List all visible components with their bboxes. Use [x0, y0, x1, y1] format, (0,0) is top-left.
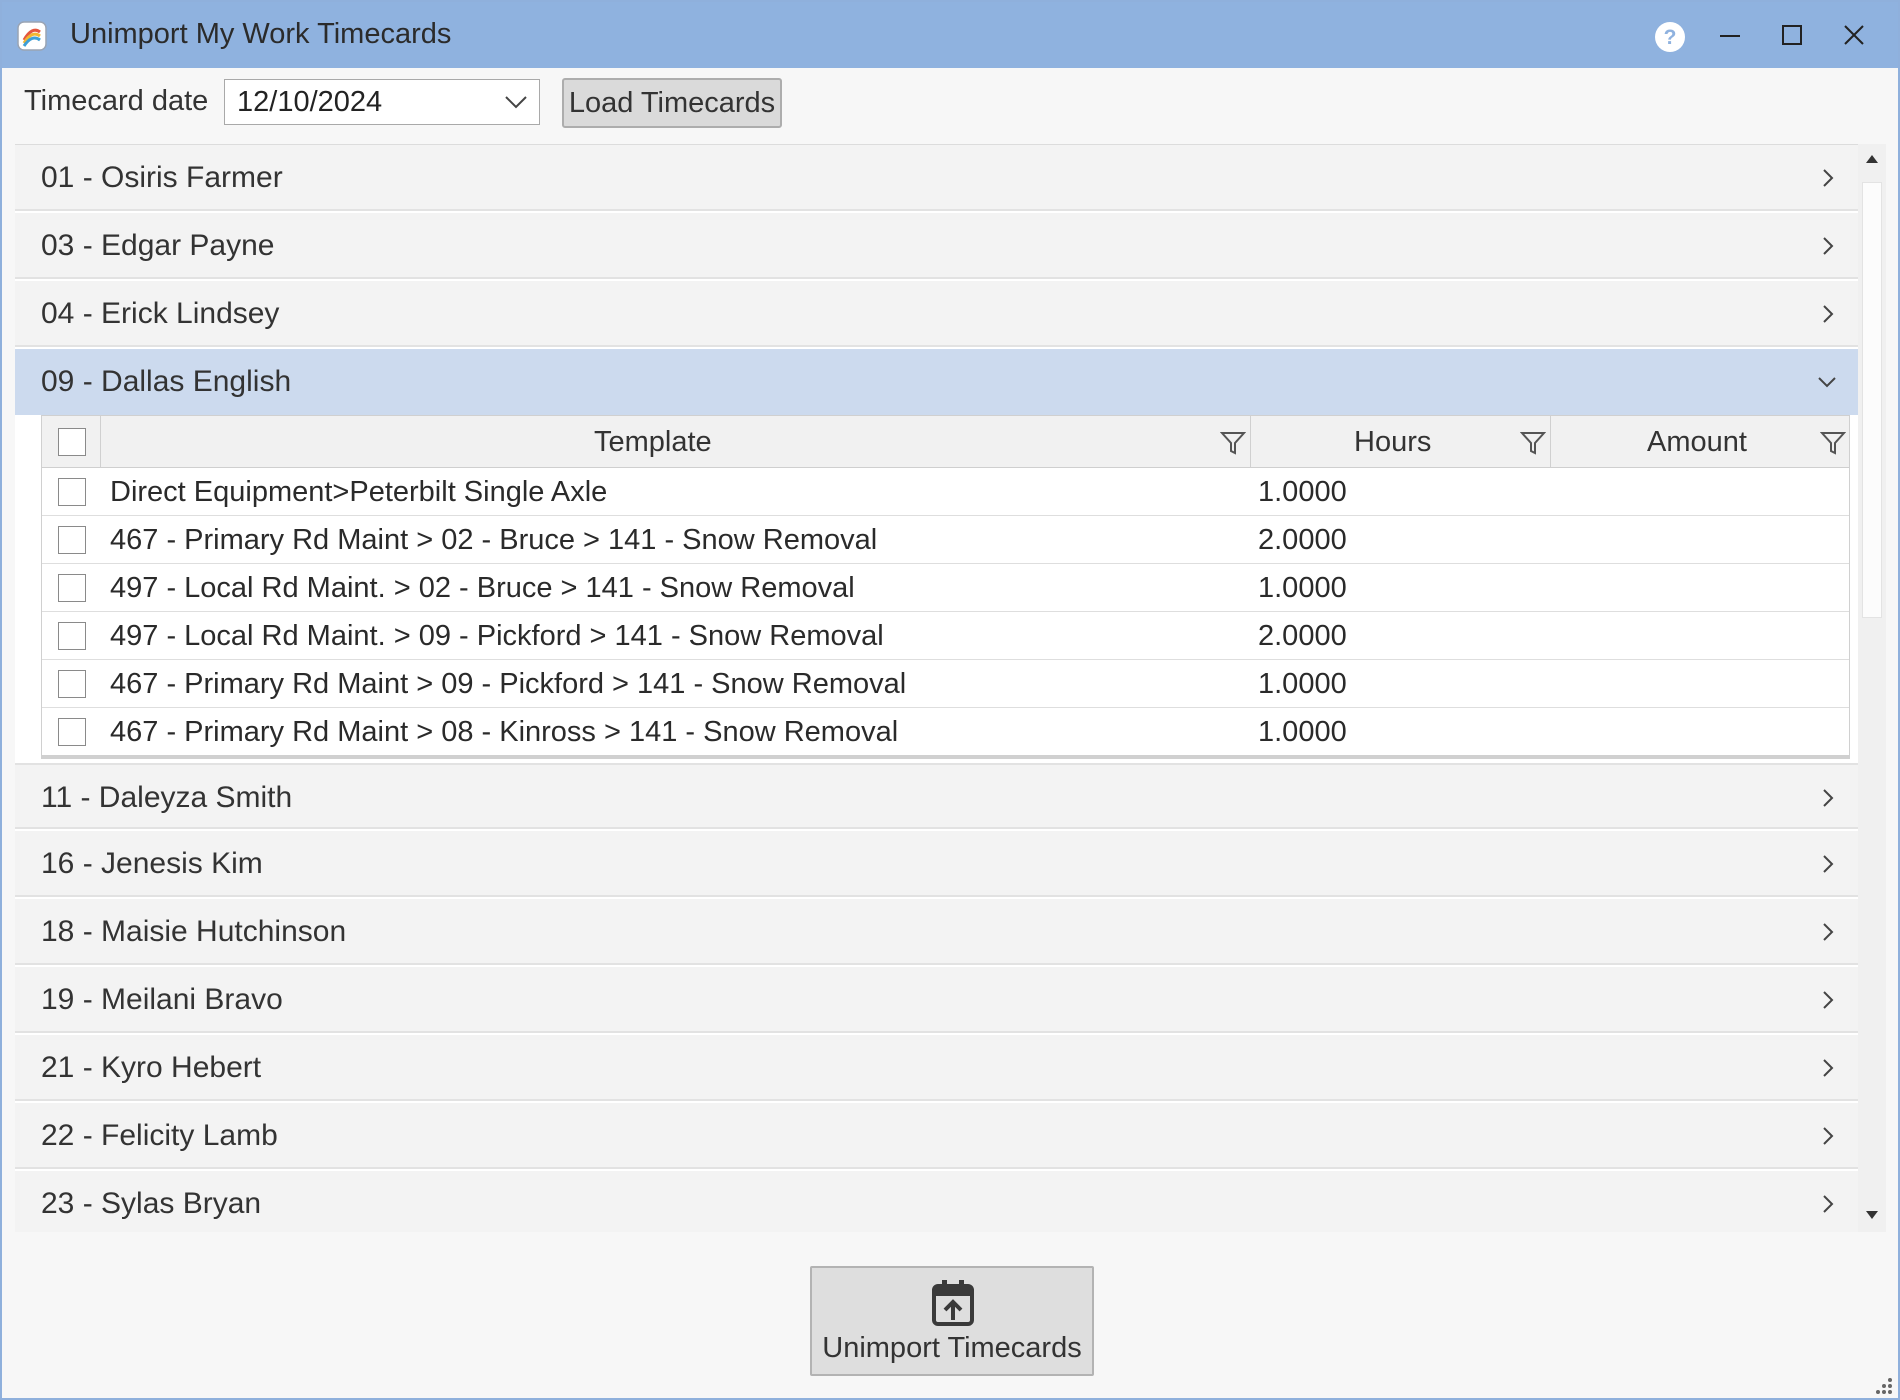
column-header-template[interactable]: Template — [594, 426, 712, 459]
employee-row[interactable]: 23 - Sylas Bryan — [15, 1171, 1858, 1232]
calendar-upload-icon — [932, 1280, 974, 1326]
template-cell: 467 - Primary Rd Maint > 08 - Kinross > … — [110, 716, 899, 748]
chevron-right-icon — [1823, 169, 1834, 187]
employee-label: 23 - Sylas Bryan — [41, 1187, 262, 1220]
employee-label: 18 - Maisie Hutchinson — [41, 915, 347, 948]
chevron-right-icon — [1823, 923, 1834, 941]
hours-cell: 1.0000 — [1258, 668, 1347, 700]
filter-icon[interactable] — [1220, 430, 1246, 456]
employee-label: 21 - Kyro Hebert — [41, 1051, 262, 1084]
filter-icon[interactable] — [1820, 430, 1846, 456]
template-cell: Direct Equipment>Peterbilt Single Axle — [110, 476, 608, 508]
grid-header: Template Hours Amount — [42, 416, 1849, 468]
timecard-grid: Template Hours Amount Direct Equipment>P… — [41, 415, 1850, 759]
table-row[interactable]: 467 - Primary Rd Maint > 08 - Kinross > … — [42, 708, 1849, 758]
employee-label: 11 - Daleyza Smith — [41, 781, 293, 814]
employee-row[interactable]: 21 - Kyro Hebert — [15, 1035, 1858, 1101]
chevron-right-icon — [1823, 1195, 1834, 1213]
table-row[interactable]: 497 - Local Rd Maint. > 09 - Pickford > … — [42, 612, 1849, 660]
close-icon — [1844, 25, 1864, 45]
hours-cell: 1.0000 — [1258, 716, 1347, 748]
hours-cell: 1.0000 — [1258, 476, 1347, 508]
chevron-down-icon — [1818, 377, 1836, 388]
template-cell: 497 - Local Rd Maint. > 02 - Bruce > 141… — [110, 572, 855, 604]
row-checkbox[interactable] — [58, 718, 86, 746]
hours-cell: 2.0000 — [1258, 620, 1347, 652]
chevron-down-icon[interactable] — [503, 93, 529, 111]
employee-label: 16 - Jenesis Kim — [41, 847, 263, 880]
employee-row[interactable]: 01 - Osiris Farmer — [15, 145, 1858, 211]
close-button[interactable] — [1822, 2, 1884, 68]
vertical-scrollbar[interactable] — [1858, 144, 1886, 1232]
chevron-right-icon — [1823, 1059, 1834, 1077]
title-bar: Unimport My Work Timecards ? — [2, 2, 1898, 68]
timecard-date-picker[interactable]: 12/10/2024 — [224, 79, 540, 125]
scroll-up-icon[interactable] — [1865, 154, 1879, 164]
employee-row[interactable]: 22 - Felicity Lamb — [15, 1103, 1858, 1169]
help-button[interactable]: ? — [1636, 2, 1698, 68]
employee-row[interactable]: 19 - Meilani Bravo — [15, 967, 1858, 1033]
load-timecards-button[interactable]: Load Timecards — [562, 78, 782, 128]
template-cell: 467 - Primary Rd Maint > 09 - Pickford >… — [110, 668, 907, 700]
select-all-checkbox[interactable] — [58, 428, 86, 456]
chevron-right-icon — [1823, 789, 1834, 807]
help-icon: ? — [1655, 22, 1685, 52]
template-cell: 467 - Primary Rd Maint > 02 - Bruce > 14… — [110, 524, 878, 556]
minimize-button[interactable] — [1698, 2, 1760, 68]
row-checkbox[interactable] — [58, 670, 86, 698]
column-header-amount[interactable]: Amount — [1647, 426, 1747, 459]
maximize-icon — [1782, 25, 1802, 45]
employee-row[interactable]: 18 - Maisie Hutchinson — [15, 899, 1858, 965]
employee-row[interactable]: 03 - Edgar Payne — [15, 213, 1858, 279]
employee-accordion-list: 01 - Osiris Farmer 03 - Edgar Payne 04 -… — [15, 144, 1858, 1232]
help-glyph: ? — [1664, 26, 1677, 49]
timecard-date-label: Timecard date — [24, 85, 209, 117]
app-logo-icon — [16, 20, 48, 52]
row-checkbox[interactable] — [58, 478, 86, 506]
maximize-button[interactable] — [1760, 2, 1822, 68]
chevron-right-icon — [1823, 855, 1834, 873]
chevron-right-icon — [1823, 1127, 1834, 1145]
unimport-timecards-button[interactable]: Unimport Timecards — [810, 1266, 1094, 1376]
employee-row-expanded[interactable]: 09 - Dallas English — [15, 349, 1858, 415]
filter-icon[interactable] — [1520, 430, 1546, 456]
employee-label: 22 - Felicity Lamb — [41, 1119, 278, 1152]
table-row[interactable]: 467 - Primary Rd Maint > 09 - Pickford >… — [42, 660, 1849, 708]
hours-cell: 1.0000 — [1258, 572, 1347, 604]
unimport-timecards-label: Unimport Timecards — [822, 1332, 1082, 1364]
employee-label: 03 - Edgar Payne — [41, 229, 275, 262]
window-title: Unimport My Work Timecards — [70, 18, 452, 50]
resize-grip-icon[interactable] — [1872, 1374, 1894, 1396]
employee-row[interactable]: 04 - Erick Lindsey — [15, 281, 1858, 347]
employee-row[interactable]: 16 - Jenesis Kim — [15, 831, 1858, 897]
row-checkbox[interactable] — [58, 526, 86, 554]
employee-label: 04 - Erick Lindsey — [41, 297, 280, 330]
chevron-right-icon — [1823, 991, 1834, 1009]
row-checkbox[interactable] — [58, 622, 86, 650]
table-row[interactable]: Direct Equipment>Peterbilt Single Axle 1… — [42, 468, 1849, 516]
chevron-right-icon — [1823, 237, 1834, 255]
chevron-right-icon — [1823, 305, 1834, 323]
employee-row[interactable]: 11 - Daleyza Smith — [15, 763, 1858, 829]
employee-label: 09 - Dallas English — [41, 365, 292, 398]
minimize-icon — [1720, 35, 1740, 37]
timecard-date-value[interactable]: 12/10/2024 — [237, 86, 382, 119]
scrollbar-thumb[interactable] — [1862, 182, 1882, 618]
employee-label: 01 - Osiris Farmer — [41, 161, 283, 194]
hours-cell: 2.0000 — [1258, 524, 1347, 556]
table-row[interactable]: 497 - Local Rd Maint. > 02 - Bruce > 141… — [42, 564, 1849, 612]
row-checkbox[interactable] — [58, 574, 86, 602]
unimport-window: Unimport My Work Timecards ? Timecard da… — [0, 0, 1900, 1400]
column-header-hours[interactable]: Hours — [1354, 426, 1431, 459]
template-cell: 497 - Local Rd Maint. > 09 - Pickford > … — [110, 620, 884, 652]
employee-label: 19 - Meilani Bravo — [41, 983, 283, 1016]
table-row[interactable]: 467 - Primary Rd Maint > 02 - Bruce > 14… — [42, 516, 1849, 564]
scroll-down-icon[interactable] — [1865, 1210, 1879, 1220]
